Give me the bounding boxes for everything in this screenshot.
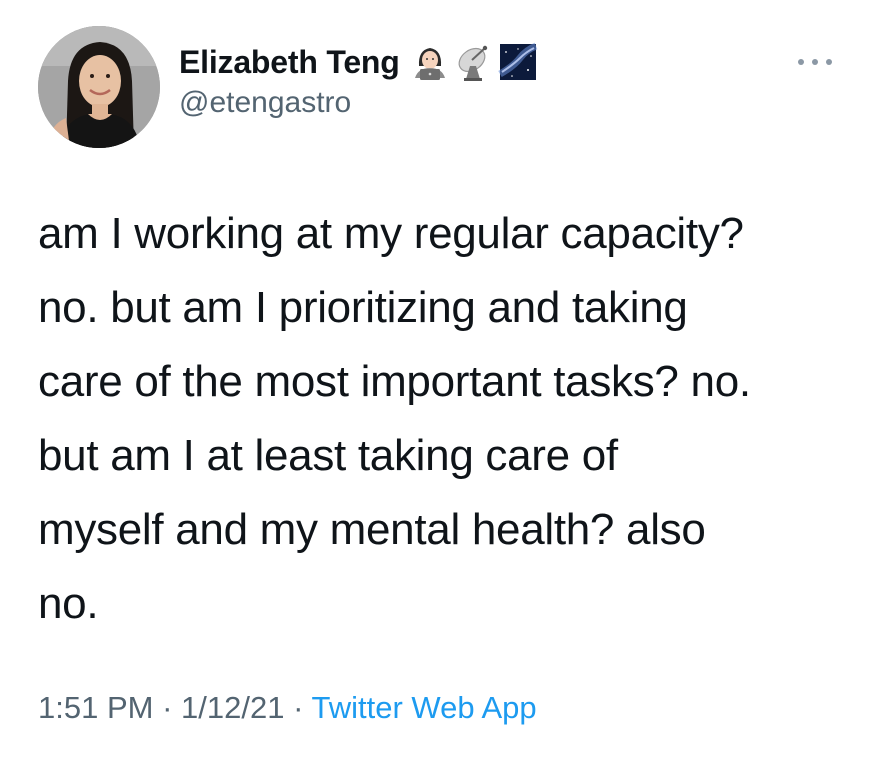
satellite-antenna-icon — [454, 42, 494, 82]
meta-separator: · — [293, 690, 304, 725]
milky-way-icon — [497, 42, 538, 82]
name-emojis — [410, 42, 538, 82]
user-info: Elizabeth Teng @etengastro — [179, 40, 538, 120]
meta-separator: · — [162, 690, 173, 725]
tweet-source-link[interactable]: Twitter Web App — [311, 690, 536, 725]
tweet-date[interactable]: 1/12/21 — [181, 690, 284, 725]
tweet: Elizabeth Teng @etengastro am I working … — [0, 0, 884, 757]
woman-technologist-icon — [410, 42, 450, 82]
tweet-header: Elizabeth Teng @etengastro — [38, 26, 848, 156]
user-handle[interactable]: @etengastro — [179, 86, 538, 120]
display-name-row: Elizabeth Teng — [179, 40, 538, 84]
tweet-text: am I working at my regular capacity? no.… — [38, 209, 751, 628]
more-dots-icon — [798, 59, 832, 65]
display-name[interactable]: Elizabeth Teng — [179, 44, 400, 81]
more-options-button[interactable] — [792, 52, 838, 72]
tweet-time[interactable]: 1:51 PM — [38, 690, 153, 725]
avatar[interactable] — [38, 26, 160, 148]
tweet-metadata: 1:51 PM · 1/12/21 · Twitter Web App — [38, 690, 537, 726]
